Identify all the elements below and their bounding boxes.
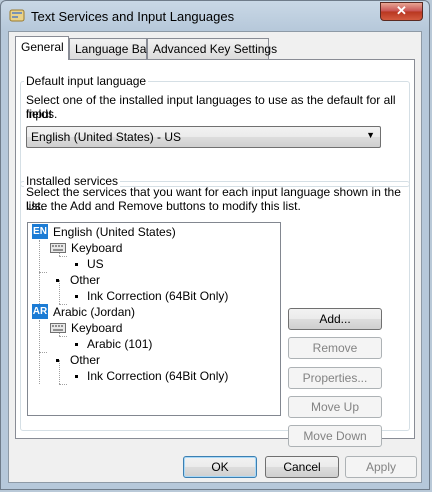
tree-item-label: Keyboard <box>71 241 123 255</box>
bullet-icon <box>75 295 78 298</box>
installed-services-description-cont: Use the Add and Remove buttons to modify… <box>26 199 301 213</box>
add-button[interactable]: Add... <box>288 308 382 330</box>
general-tab-panel: Default input language Select one of the… <box>15 59 415 447</box>
move-down-button[interactable]: Move Down <box>288 425 382 447</box>
chevron-down-icon[interactable]: ▼ <box>366 130 375 140</box>
bullet-icon <box>56 279 59 282</box>
tree-connector <box>59 360 60 384</box>
language-badge-ar: AR <box>32 304 48 319</box>
text-services-app-icon <box>9 9 25 22</box>
default-input-description-cont: fields. <box>26 107 58 121</box>
bullet-icon <box>56 359 59 362</box>
tree-connector <box>39 352 47 353</box>
bullet-icon <box>75 263 78 266</box>
apply-button[interactable]: Apply <box>345 456 417 478</box>
dialog-client-area: General Language Bar Advanced Key Settin… <box>8 31 422 483</box>
default-input-description: Select one of the installed input langua… <box>26 93 396 121</box>
tab-language-bar[interactable]: Language Bar <box>69 38 150 59</box>
tree-item-label: Arabic (101) <box>87 337 153 351</box>
keyboard-icon <box>50 323 66 333</box>
tree-connector <box>39 272 47 273</box>
tree-item-label: Arabic (Jordan) <box>53 305 136 319</box>
tree-connector <box>59 384 67 385</box>
installed-services-tree[interactable]: EN English (United States) Keyboard US O… <box>27 222 281 416</box>
close-icon[interactable]: ✕ <box>380 2 423 21</box>
language-badge-en: EN <box>32 224 48 239</box>
title-bar[interactable]: Text Services and Input Languages ✕ <box>1 1 429 31</box>
tree-item-label: US <box>87 257 104 271</box>
tree-connector <box>59 336 67 337</box>
tree-item-label: English (United States) <box>53 225 176 239</box>
ok-button[interactable]: OK <box>183 456 257 478</box>
window-title: Text Services and Input Languages <box>31 9 235 24</box>
tab-advanced-key-settings[interactable]: Advanced Key Settings <box>147 38 277 59</box>
properties-button[interactable]: Properties... <box>288 367 382 389</box>
bullet-icon <box>75 343 78 346</box>
tree-item-label: Other <box>70 353 101 367</box>
tab-general[interactable]: General <box>15 36 69 60</box>
tree-item-label: Other <box>70 273 101 287</box>
keyboard-icon <box>50 243 66 253</box>
move-up-button[interactable]: Move Up <box>288 396 382 418</box>
tree-item-label: Keyboard <box>71 321 123 335</box>
dialog-window: Text Services and Input Languages ✕ Gene… <box>0 0 430 490</box>
default-input-language-label: Default input language <box>24 74 149 88</box>
cancel-button[interactable]: Cancel <box>265 456 339 478</box>
tree-connector <box>59 256 67 257</box>
remove-button[interactable]: Remove <box>288 337 382 359</box>
tree-connector <box>59 280 60 304</box>
default-input-language-dropdown[interactable]: English (United States) - US ▼ <box>26 126 381 148</box>
bullet-icon <box>75 375 78 378</box>
tree-item-label: Ink Correction (64Bit Only) <box>87 369 229 383</box>
dropdown-selected-value: English (United States) - US <box>31 130 182 144</box>
tree-item-label: Ink Correction (64Bit Only) <box>87 289 229 303</box>
